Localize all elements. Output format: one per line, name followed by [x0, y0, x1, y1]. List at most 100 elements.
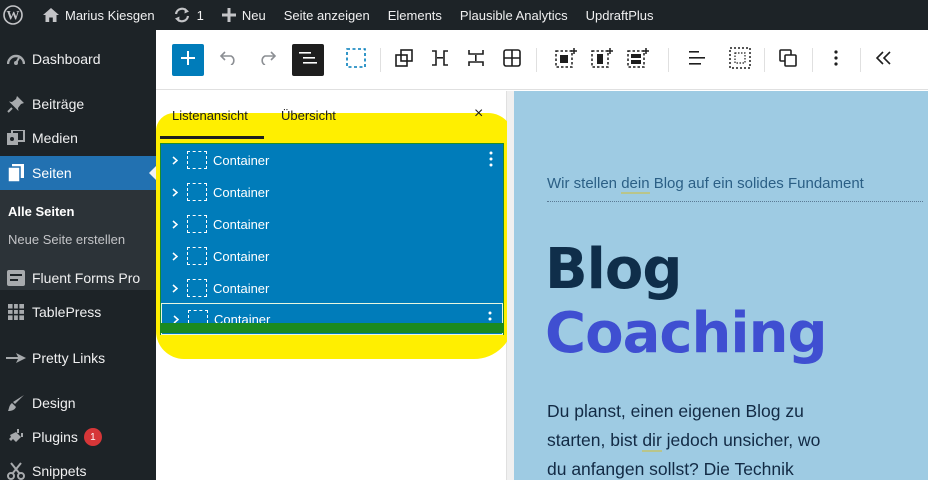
paragraph-line: du anfangen sollst? Die Technik — [547, 459, 794, 479]
tagline-highlight: dein — [621, 175, 650, 194]
list-item-label: Container — [213, 280, 270, 296]
container-icon — [187, 183, 207, 201]
tab-outline[interactable]: Übersicht — [281, 108, 336, 123]
list-item-label: Container — [213, 248, 270, 264]
hero-heading-line-1[interactable]: Blog — [545, 237, 682, 302]
submenu-all-pages[interactable]: Alle Seiten — [8, 204, 74, 219]
chevron-right-icon[interactable] — [161, 283, 185, 293]
redo-icon — [258, 50, 278, 70]
dotted-box-icon — [729, 46, 751, 74]
paragraph-text: jedoch unsicher, wo — [661, 430, 821, 450]
tagline-text: Blog auf ein solides Fundament — [649, 175, 864, 192]
grid-layout-button[interactable] — [496, 44, 528, 76]
chevron-right-icon[interactable] — [161, 219, 185, 229]
copy-icon — [779, 48, 797, 72]
undo-icon — [218, 50, 238, 70]
sidebar-item-design[interactable]: Design — [0, 386, 156, 420]
hero-section[interactable]: Wir stellen dein Blog auf ein solides Fu… — [514, 91, 928, 480]
redo-button[interactable] — [252, 44, 284, 76]
sidebar-item-label: Snippets — [32, 463, 87, 479]
close-panel-button[interactable]: × — [474, 105, 483, 123]
updraftplus-link[interactable]: UpdraftPlus — [577, 0, 663, 30]
horizontal-layout-button[interactable] — [424, 44, 456, 76]
view-page-link[interactable]: Seite anzeigen — [275, 0, 379, 30]
kebab-menu-icon[interactable] — [489, 151, 493, 170]
sidebar-item-medien[interactable]: Medien — [0, 121, 156, 155]
plugin-icon — [0, 428, 32, 446]
brush-icon — [0, 394, 32, 412]
toolbar-divider — [380, 48, 381, 72]
updates-icon — [173, 7, 191, 23]
list-item[interactable]: Container — [161, 144, 503, 176]
block-tree: Container Container Container Container … — [160, 143, 504, 335]
more-options-button[interactable] — [820, 44, 852, 76]
list-item[interactable]: Container — [161, 176, 503, 208]
list-view-button[interactable] — [292, 44, 324, 76]
hero-heading-line-2[interactable]: Coaching — [545, 301, 828, 366]
sidebar-item-tablepress[interactable]: TablePress — [0, 295, 156, 329]
container-icon — [187, 279, 207, 297]
container-dashed-icon — [346, 47, 366, 73]
toolbar-divider — [764, 48, 765, 72]
container-add-icon — [555, 47, 577, 73]
sidebar-item-beitraege[interactable]: Beiträge — [0, 87, 156, 121]
hero-paragraph[interactable]: Du planst, einen eigenen Blog zu starten… — [547, 397, 907, 480]
copy-styles-button[interactable] — [772, 44, 804, 76]
sidebar-item-label: TablePress — [32, 304, 102, 320]
updates-link[interactable]: 1 — [164, 0, 213, 30]
elements-link[interactable]: Elements — [379, 0, 451, 30]
dashboard-icon — [0, 51, 32, 67]
sidebar-item-label: Fluent Forms Pro — [32, 270, 141, 286]
sidebar-item-label: Design — [32, 395, 76, 411]
duplicate-block-button[interactable] — [388, 44, 420, 76]
updates-count: 1 — [196, 7, 204, 23]
sidebar-item-snippets[interactable]: Snippets — [0, 454, 156, 480]
hero-tagline[interactable]: Wir stellen dein Blog auf ein solides Fu… — [547, 175, 927, 194]
list-item[interactable]: Container — [161, 208, 503, 240]
chevron-right-icon[interactable] — [161, 187, 185, 197]
duplicate-icon — [395, 48, 413, 72]
collapse-toolbar-button[interactable] — [868, 44, 900, 76]
sidebar-item-pretty-links[interactable]: Pretty Links — [0, 341, 156, 375]
tab-list-view[interactable]: Listenansicht — [172, 108, 248, 123]
double-chevron-left-icon — [875, 50, 892, 70]
site-name-link[interactable]: Marius Kiesgen — [34, 0, 164, 30]
plus-icon — [221, 8, 236, 22]
kebab-menu-icon — [834, 49, 838, 71]
svg-text:W: W — [7, 8, 20, 23]
list-view-icon — [299, 51, 317, 70]
horizontal-spacing-icon — [431, 49, 449, 71]
plausible-analytics-link[interactable]: Plausible Analytics — [451, 0, 577, 30]
sidebar-item-label: Plugins — [32, 429, 78, 445]
block-spacing-button[interactable] — [724, 44, 756, 76]
sidebar-item-dashboard[interactable]: Dashboard — [0, 42, 156, 76]
sidebar-item-fluent-forms[interactable]: Fluent Forms Pro — [0, 261, 156, 295]
add-container-inside-button[interactable] — [550, 44, 582, 76]
home-icon — [43, 8, 59, 22]
list-view-panel: Listenansicht Übersicht × Container Cont… — [156, 91, 514, 480]
star-icon — [0, 351, 32, 365]
row-add-icon — [627, 47, 649, 73]
sidebar-item-plugins[interactable]: Plugins 1 — [0, 420, 156, 454]
list-item[interactable]: Container — [161, 240, 503, 272]
align-button[interactable] — [682, 44, 714, 76]
add-block-button[interactable] — [172, 44, 204, 76]
editor-toolbar — [156, 30, 928, 90]
site-name-label: Marius Kiesgen — [65, 7, 155, 23]
chevron-right-icon[interactable] — [161, 155, 185, 165]
wordpress-logo-icon[interactable]: W — [0, 0, 34, 30]
add-column-button[interactable] — [586, 44, 618, 76]
active-tab-indicator — [160, 136, 264, 139]
undo-button[interactable] — [212, 44, 244, 76]
add-row-button[interactable] — [622, 44, 654, 76]
plugins-update-badge: 1 — [83, 428, 102, 446]
sidebar-item-seiten[interactable]: Seiten — [0, 156, 156, 190]
submenu-add-new-page[interactable]: Neue Seite erstellen — [8, 232, 125, 247]
select-parent-button[interactable] — [340, 44, 372, 76]
chevron-right-icon[interactable] — [161, 251, 185, 261]
vertical-layout-button[interactable] — [460, 44, 492, 76]
toolbar-divider — [668, 48, 669, 72]
new-content-link[interactable]: Neu — [213, 0, 275, 30]
list-item[interactable]: Container — [161, 272, 503, 304]
sidebar-item-label: Pretty Links — [32, 350, 106, 366]
